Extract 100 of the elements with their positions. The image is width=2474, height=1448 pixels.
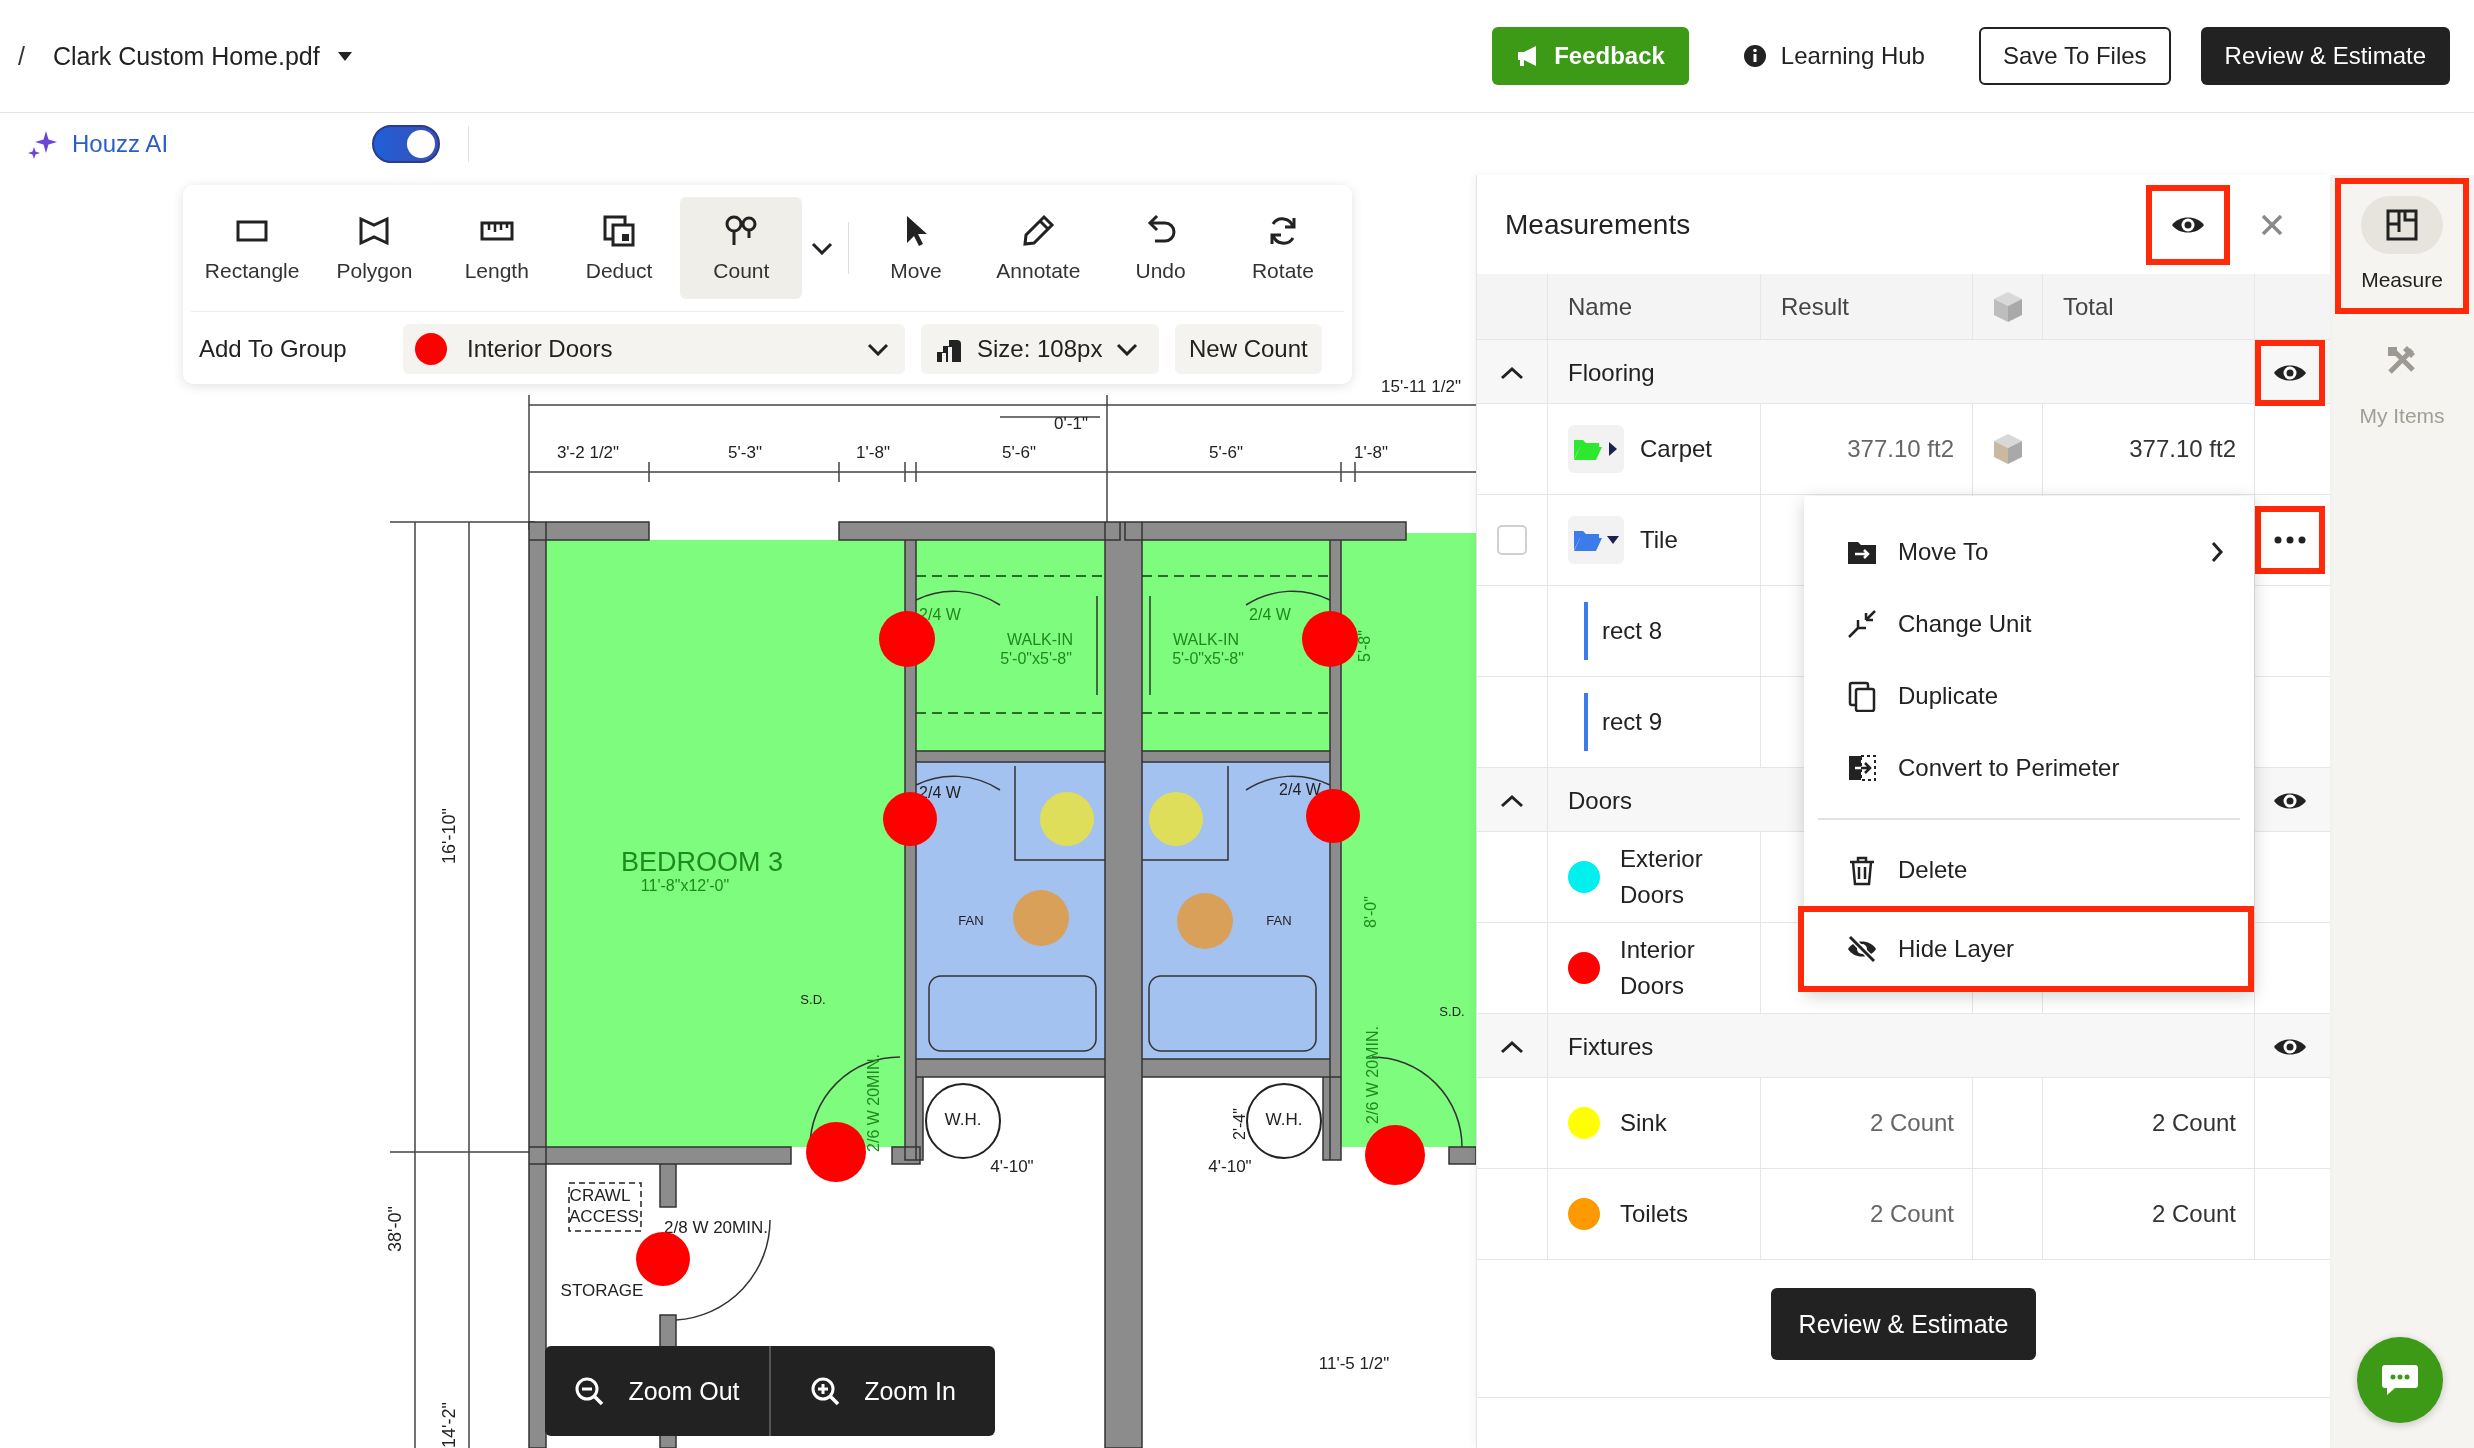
count-marker[interactable] xyxy=(1302,611,1358,667)
item-name: Tile xyxy=(1640,525,1678,555)
tool-button[interactable]: Rotate xyxy=(1221,197,1345,299)
folder-toggle[interactable] xyxy=(1568,425,1624,473)
cube-icon xyxy=(1992,433,2023,465)
visibility-button[interactable] xyxy=(2146,184,2230,265)
count-marker[interactable] xyxy=(806,1122,866,1182)
file-name-dropdown[interactable]: Clark Custom Home.pdf xyxy=(52,37,352,75)
group-name: Fixtures xyxy=(1568,1033,1654,1061)
plan-label: 11'-8"x12'-0" xyxy=(640,877,730,894)
plan-label: 8'-0" xyxy=(1362,896,1379,928)
plan-label: 5'-3" xyxy=(728,443,762,462)
plan-label: 5'-6" xyxy=(1002,443,1036,462)
pen-icon xyxy=(1020,213,1057,249)
review-estimate-button[interactable]: Review & Estimate xyxy=(1770,1288,2037,1360)
plan-label: 4'-10" xyxy=(1208,1157,1252,1176)
menu-item[interactable]: Convert to Perimeter xyxy=(1804,732,2254,804)
plan-label: W.H. xyxy=(944,1110,982,1129)
ai-toggle[interactable] xyxy=(372,125,440,163)
count-marker[interactable] xyxy=(1365,1125,1425,1185)
info-icon xyxy=(1742,44,1767,68)
deduct-icon xyxy=(601,213,638,249)
layer-name[interactable]: rect 8 xyxy=(1584,602,1663,660)
tool-button[interactable]: Annotate xyxy=(977,197,1100,299)
menu-item[interactable]: Move To xyxy=(1804,516,2254,588)
plan-label: 16'-10" xyxy=(439,808,459,864)
count-marker[interactable] xyxy=(636,1232,690,1286)
count-marker[interactable] xyxy=(1149,792,1203,846)
zoom-in-icon xyxy=(810,1376,841,1406)
plan-label: W.H. xyxy=(1265,1110,1303,1129)
plan-label: 2/8 W 20MIN. xyxy=(664,1218,768,1237)
chevron-up-icon xyxy=(1500,1040,1524,1054)
item-name: Exterior Doors xyxy=(1620,844,1704,910)
plan-label: WALK-IN xyxy=(1172,631,1240,648)
menu-item[interactable]: Change Unit xyxy=(1804,588,2254,660)
plan-label: 2/6 W 20MIN. xyxy=(1364,1026,1381,1124)
caret-icon xyxy=(337,51,352,61)
menu-item[interactable]: Hide Layer xyxy=(1798,906,2254,992)
result-value: 2 Count xyxy=(1869,1200,1954,1228)
convert-icon xyxy=(1846,752,1878,784)
plan-label: 5'-0"x5'-8" xyxy=(1172,650,1244,667)
chevron-down-icon xyxy=(811,241,834,255)
tool-button[interactable]: Count xyxy=(680,197,803,299)
plan-label: FAN xyxy=(958,913,984,928)
plan-label: 2/4 W xyxy=(1249,606,1291,623)
menu-item[interactable]: Duplicate xyxy=(1804,660,2254,732)
menu-item[interactable]: Delete xyxy=(1804,834,2254,906)
layer-name[interactable]: rect 9 xyxy=(1584,693,1663,751)
column-header: Result xyxy=(1781,292,1850,321)
total-value: 2 Count xyxy=(2151,1109,2236,1137)
checkbox[interactable] xyxy=(1497,525,1527,555)
plan-label: ACCESS xyxy=(569,1207,639,1226)
plan-label: 5'-6" xyxy=(1209,443,1243,462)
plan-label: WALK-IN xyxy=(1006,631,1074,648)
zoom-out-icon xyxy=(574,1376,605,1406)
chevron-down-icon xyxy=(867,342,889,356)
more-button[interactable] xyxy=(2255,506,2325,574)
panel-title: Measurements xyxy=(1505,208,1692,241)
size-select[interactable]: Size: 108px xyxy=(921,324,1159,374)
new-count-button[interactable]: New Count xyxy=(1175,324,1322,374)
column-header: Name xyxy=(1568,292,1633,321)
zoom-in-button[interactable]: Zoom In xyxy=(771,1346,995,1436)
count-marker[interactable] xyxy=(1177,893,1233,949)
caret-right-icon xyxy=(1607,442,1619,456)
group-name: Flooring xyxy=(1568,359,1655,387)
count-marker[interactable] xyxy=(1013,890,1069,946)
save-button[interactable]: Save To Files xyxy=(1978,27,2171,85)
tool-button[interactable]: Length xyxy=(435,197,558,299)
ellipsis-icon xyxy=(2274,536,2306,544)
close-icon xyxy=(2261,213,2283,236)
plan-label: 3'-2 1/2" xyxy=(556,443,620,462)
folder-toggle[interactable] xyxy=(1568,516,1624,564)
result-value: 2 Count xyxy=(1869,1109,1954,1137)
column-header: Total xyxy=(2063,292,2114,321)
chevron-up-icon xyxy=(1500,366,1524,380)
plan-label: 14'-2" xyxy=(439,1402,459,1448)
learning-hub-link[interactable]: Learning Hub xyxy=(1718,27,1949,85)
duplicate-icon xyxy=(1846,680,1878,712)
tool-button[interactable]: Undo xyxy=(1099,197,1222,299)
breadcrumb-separator: / xyxy=(18,41,25,71)
plan-label: 1'-8" xyxy=(856,443,890,462)
group-select[interactable]: Interior Doors xyxy=(403,324,905,374)
item-name: Interior Doors xyxy=(1620,935,1696,1001)
plan-label: 1'-8" xyxy=(1354,443,1388,462)
visibility-button[interactable] xyxy=(2255,340,2325,406)
review-estimate-button[interactable]: Review & Estimate xyxy=(2200,27,2450,85)
tool-button[interactable]: Polygon xyxy=(313,197,436,299)
total-value: 377.10 ft2 xyxy=(2129,435,2236,463)
feedback-button[interactable]: Feedback xyxy=(1492,27,1689,85)
tool-button[interactable]: Deduct xyxy=(557,197,681,299)
plan-label: 2/4 W xyxy=(1279,781,1321,798)
tool-button[interactable]: Move xyxy=(854,197,978,299)
tool-button[interactable]: Rectangle xyxy=(191,197,314,299)
rail-tab[interactable]: Measure xyxy=(2335,178,2469,314)
plan-label: 0'-1" xyxy=(1054,414,1088,433)
floorplan-icon xyxy=(2385,208,2419,242)
item-name: Carpet xyxy=(1640,434,1713,464)
zoom-out-button[interactable]: Zoom Out xyxy=(545,1346,769,1436)
count-marker[interactable] xyxy=(1040,792,1094,846)
plan-label: 15'-11 1/2" xyxy=(1381,377,1461,396)
